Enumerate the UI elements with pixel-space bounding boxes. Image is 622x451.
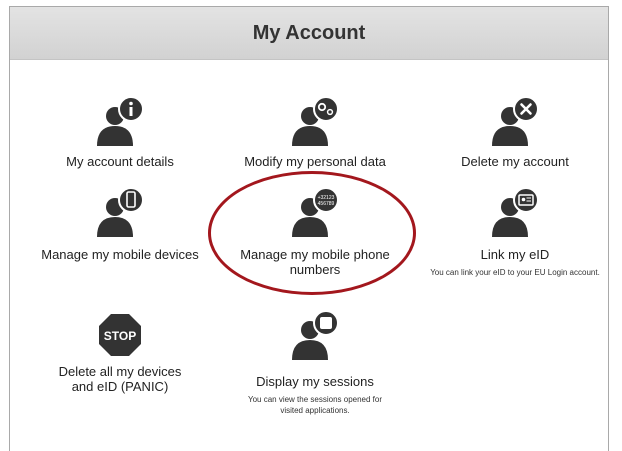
tile-label: Delete all my devices and eID (PANIC): [58, 364, 182, 394]
tile-label: Delete my account: [461, 154, 569, 169]
svg-text:456789: 456789: [318, 201, 335, 207]
tile-my-account-details[interactable]: My account details: [40, 96, 200, 169]
tile-delete-all-devices-panic[interactable]: STOP Delete all my devices and eID (PANI…: [40, 312, 200, 394]
tile-delete-account[interactable]: Delete my account: [435, 96, 595, 169]
header-bar: My Account: [10, 7, 608, 60]
tile-label: Modify my personal data: [244, 154, 386, 169]
person-gears-icon: [292, 96, 339, 146]
tile-label: Manage my mobile phone numbers: [240, 247, 390, 277]
tile-description: You can link your eID to your EU Login a…: [430, 268, 600, 277]
tile-link-eid[interactable]: Link my eID You can link your eID to you…: [430, 187, 600, 278]
person-mobile-icon: [97, 187, 144, 237]
person-info-icon: [97, 96, 144, 146]
tile-label: Display my sessions: [256, 374, 374, 389]
tile-manage-mobile-devices[interactable]: Manage my mobile devices: [36, 187, 204, 262]
person-delete-icon: [492, 96, 539, 146]
tile-manage-mobile-phone-numbers[interactable]: +32123 456789 Manage my mobile phone num…: [233, 187, 397, 277]
tile-label: Link my eID: [480, 247, 550, 262]
tile-label: My account details: [66, 154, 174, 169]
page-title: My Account: [252, 21, 366, 44]
tile-label: Manage my mobile devices: [41, 247, 199, 262]
person-id-card-icon: [492, 187, 539, 237]
person-session-icon: [292, 310, 339, 360]
person-phone-number-icon: +32123 456789: [292, 187, 339, 237]
tile-display-sessions[interactable]: Display my sessions You can view the ses…: [229, 310, 401, 416]
stop-sign-icon: STOP: [99, 314, 141, 356]
tile-modify-personal-data[interactable]: Modify my personal data: [229, 96, 401, 169]
tile-description: You can view the sessions opened for vis…: [247, 395, 382, 415]
svg-text:STOP: STOP: [104, 329, 136, 343]
